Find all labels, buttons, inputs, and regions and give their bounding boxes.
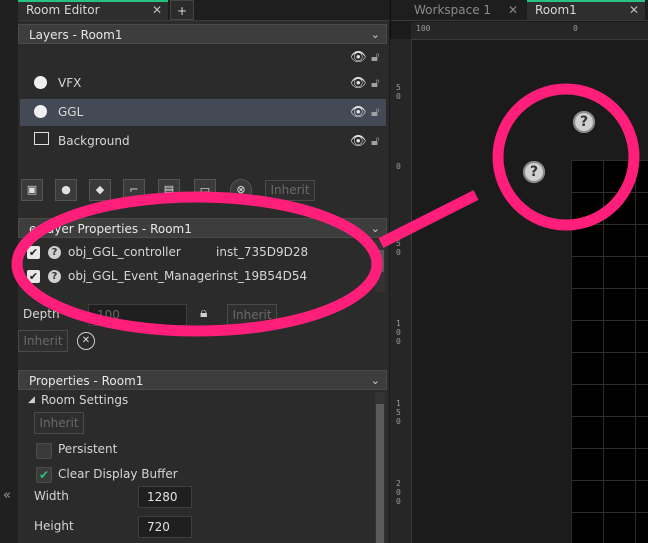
properties-header[interactable]: Properties - Room1 ⌄: [18, 370, 387, 390]
chevron-down-icon[interactable]: ⌄: [371, 25, 380, 45]
room-settings-label: Room Settings: [41, 393, 129, 407]
properties-scrollbar[interactable]: [375, 392, 385, 543]
instance-row[interactable]: ✔ ? obj_GGL_controller inst_735D9D28: [20, 241, 372, 263]
clear-display-buffer-label: Clear Display Buffer: [58, 467, 178, 481]
ruler-tick-label: 100: [396, 319, 401, 346]
layer-label: GGL: [58, 105, 84, 119]
tab-room1[interactable]: Room1 ✕: [527, 0, 645, 20]
layer-row-vfx[interactable]: VFX 👁 🔓︎: [20, 70, 386, 97]
unknown-sprite-instance-icon[interactable]: ?: [573, 111, 595, 133]
lock-icon[interactable]: 🔓︎: [371, 99, 379, 126]
instance-layer-properties-title: e Layer Properties - Room1: [29, 222, 192, 236]
close-tab-icon[interactable]: ✕: [508, 0, 518, 20]
left-dock-strip: [0, 0, 19, 543]
instance-object-name: obj_GGL_Event_Manager: [68, 269, 217, 283]
tab-workspace[interactable]: Workspace 1 ✕: [406, 0, 524, 20]
persistent-checkbox[interactable]: [36, 443, 52, 459]
ruler-tick-label: 0: [396, 162, 401, 171]
layer-row-background[interactable]: Background 👁 🔓︎: [20, 128, 386, 155]
ruler-tick-label: 50: [396, 239, 401, 257]
chevron-down-icon[interactable]: ⌄: [371, 219, 380, 239]
clear-display-buffer-checkbox[interactable]: ✔: [36, 467, 52, 483]
height-field[interactable]: 720: [138, 516, 192, 538]
add-background-layer-button[interactable]: ▣: [21, 179, 43, 201]
ruler-tick-label: 50: [396, 83, 401, 101]
instance-checkbox[interactable]: ✔: [27, 246, 40, 259]
depth-label: Depth: [23, 307, 60, 321]
tab-room-editor[interactable]: Room Editor ✕: [18, 0, 168, 20]
eye-icon[interactable]: 👁: [350, 70, 367, 97]
background-layer-icon: [34, 132, 49, 145]
eye-icon[interactable]: 👁: [350, 99, 367, 126]
add-folder-button[interactable]: ▭: [194, 179, 216, 201]
instance-row[interactable]: ✔ ? obj_GGL_Event_Manager inst_19B54D54: [20, 265, 372, 287]
inherit-room-settings-button[interactable]: Inherit: [34, 412, 84, 434]
unknown-sprite-instance-icon[interactable]: ?: [523, 161, 545, 183]
lock-icon[interactable]: 🔓︎: [371, 70, 379, 97]
lock-icon[interactable]: 🔒︎: [200, 305, 207, 321]
instance-checkbox[interactable]: ✔: [27, 270, 40, 283]
unknown-sprite-icon: ?: [48, 246, 61, 259]
lock-icon[interactable]: 🔓︎: [371, 50, 379, 65]
ruler-tick-label: 100: [416, 24, 431, 33]
depth-field[interactable]: 100: [88, 304, 187, 326]
eye-icon[interactable]: 👁: [350, 50, 367, 65]
height-label: Height: [34, 519, 74, 533]
inherit-depth-button[interactable]: Inherit: [227, 304, 277, 326]
lock-icon[interactable]: 🔓︎: [371, 128, 379, 155]
instance-list-scrollbar[interactable]: [375, 240, 385, 292]
ruler-tick-label: 150: [396, 399, 401, 426]
delete-layer-button[interactable]: ⊗: [230, 179, 252, 201]
chevron-down-icon[interactable]: ⌄: [371, 371, 380, 391]
instance-object-name: obj_GGL_controller: [68, 245, 181, 259]
layer-label: Background: [58, 134, 130, 148]
tab-workspace-label: Workspace 1: [414, 3, 492, 17]
instance-layer-icon: [34, 105, 47, 118]
instance-layer-properties-header[interactable]: e Layer Properties - Room1 ⌄: [18, 218, 387, 238]
scrollbar-thumb[interactable]: [376, 250, 384, 272]
close-tab-icon[interactable]: ✕: [152, 2, 162, 19]
tab-room1-label: Room1: [535, 3, 577, 17]
add-path-layer-button[interactable]: ⌐: [123, 179, 145, 201]
properties-title: Properties - Room1: [29, 374, 144, 388]
inherit-instances-button[interactable]: Inherit: [18, 330, 68, 352]
layer-row-ggl[interactable]: GGL 👁 🔓︎: [20, 99, 386, 126]
inherit-layer-button[interactable]: Inherit: [265, 180, 315, 201]
add-tab-button[interactable]: +: [170, 0, 194, 20]
room-canvas-grid[interactable]: [571, 160, 648, 543]
horizontal-ruler: 100 0: [411, 22, 648, 40]
instance-id: inst_735D9D28: [216, 245, 309, 259]
add-asset-layer-button[interactable]: ▤: [158, 179, 180, 201]
tab-room-editor-label: Room Editor: [26, 3, 100, 17]
instance-layer-icon: [34, 76, 47, 89]
delete-instance-icon[interactable]: ✕: [77, 332, 95, 350]
collapse-triangle-icon[interactable]: ◢: [28, 395, 35, 405]
eye-icon[interactable]: 👁: [350, 128, 367, 155]
add-instance-layer-button[interactable]: ●: [55, 179, 77, 201]
layer-label: VFX: [58, 76, 82, 90]
unknown-sprite-icon: ?: [48, 270, 61, 283]
collapse-panel-icon[interactable]: «: [3, 488, 11, 503]
add-tile-layer-button[interactable]: ◆: [89, 179, 111, 201]
width-field[interactable]: 1280: [138, 486, 192, 508]
close-tab-icon[interactable]: ✕: [629, 2, 639, 19]
instance-id: inst_19B54D54: [216, 269, 308, 283]
persistent-label: Persistent: [58, 442, 118, 456]
layers-header[interactable]: Layers - Room1 ⌄: [18, 24, 387, 44]
vertical-ruler: 50 0 50 100 150 200: [390, 39, 412, 543]
scrollbar-thumb[interactable]: [376, 404, 384, 543]
width-label: Width: [34, 489, 69, 503]
ruler-tick-label: 0: [573, 24, 578, 33]
layers-title: Layers - Room1: [29, 28, 123, 42]
ruler-tick-label: 200: [396, 479, 401, 506]
